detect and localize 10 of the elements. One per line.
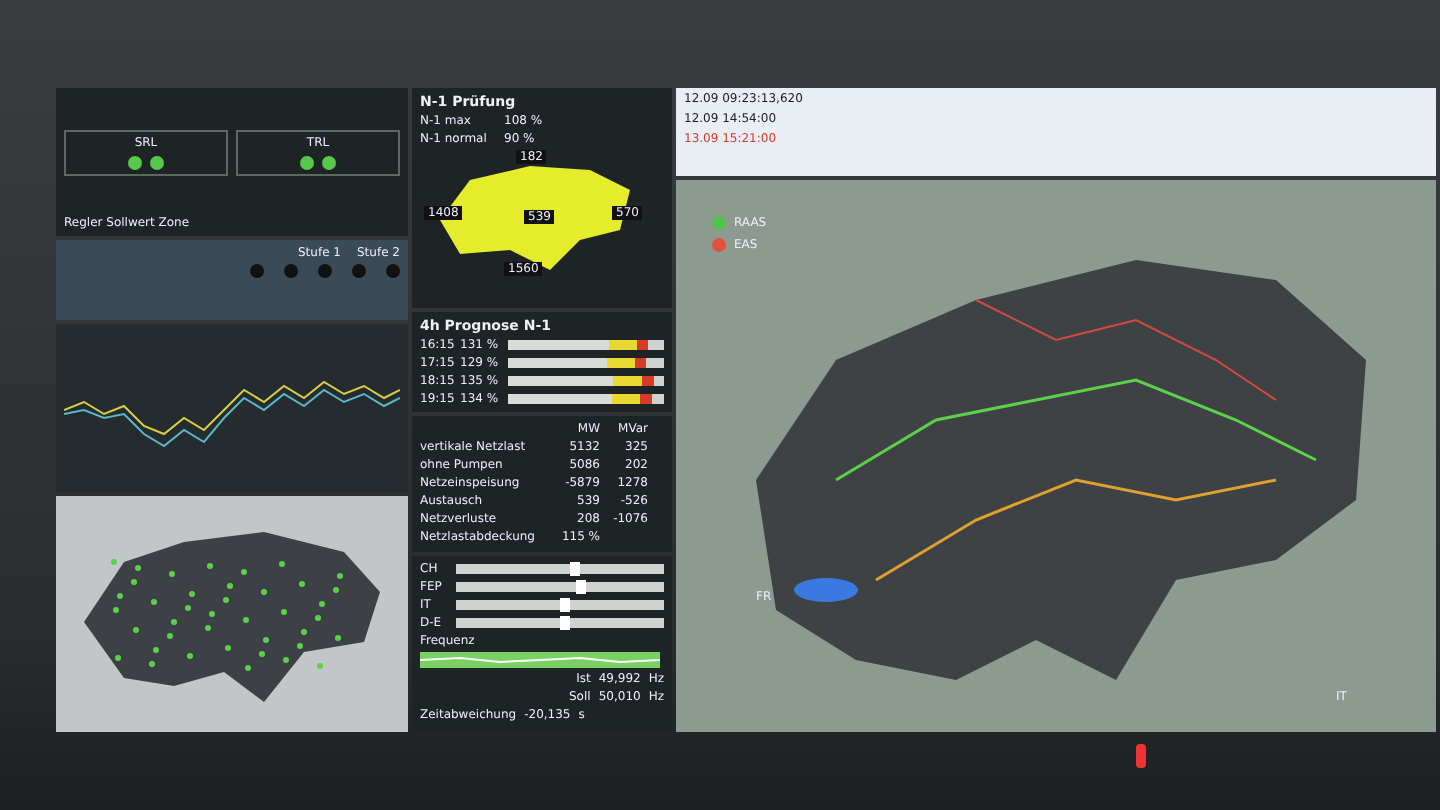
status-led-icon xyxy=(300,156,314,170)
warning-light-icon xyxy=(1136,744,1146,768)
indicator-icon xyxy=(250,264,264,278)
indicator-icon xyxy=(318,264,332,278)
indicator-icon xyxy=(284,264,298,278)
indicator-icon xyxy=(352,264,366,278)
status-led-icon xyxy=(150,156,164,170)
status-led-icon xyxy=(322,156,336,170)
status-led-icon xyxy=(128,156,142,170)
indicator-icon xyxy=(386,264,400,278)
